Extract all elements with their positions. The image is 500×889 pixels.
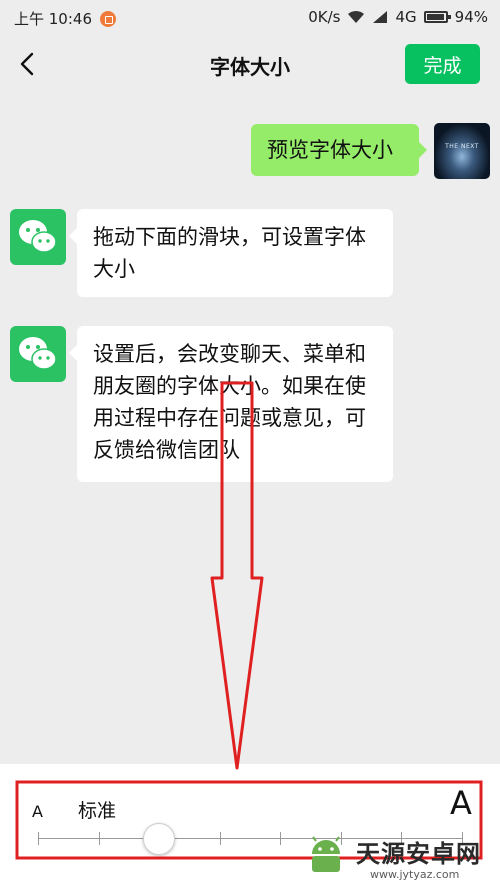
clock: 上午 10:46: [14, 10, 92, 28]
large-font-label: A: [450, 784, 472, 822]
message-line: 设置后，会改变聊天、菜单和: [93, 342, 366, 366]
android-logo-icon: [312, 836, 340, 872]
watermark: 天源安卓网 www.jytyaz.com: [300, 830, 500, 889]
status-right: 0K/s 4G 94%: [308, 8, 488, 26]
battery-icon: [423, 11, 451, 23]
small-font-label: A: [32, 802, 43, 821]
wechat-avatar[interactable]: [10, 209, 66, 265]
message-line: 大小: [93, 257, 135, 281]
watermark-url: www.jytyaz.com: [370, 868, 460, 881]
battery-level: 94%: [454, 8, 488, 26]
message-text: 预览字体大小: [267, 138, 393, 162]
bubble-tail: [69, 345, 77, 361]
slider-tick[interactable]: [38, 832, 39, 845]
network-speed: 0K/s: [308, 8, 341, 26]
network-type: 4G: [395, 8, 417, 26]
status-bar: 上午 10:46 0K/s 4G 94%: [0, 0, 500, 34]
title-bar: 字体大小 完成: [0, 34, 500, 94]
done-button[interactable]: 完成: [405, 44, 480, 84]
watermark-brand: 天源安卓网: [356, 840, 481, 868]
message-bubble: 拖动下面的滑块，可设置字体 大小: [77, 209, 393, 297]
user-avatar[interactable]: THE NEXT: [434, 123, 490, 179]
chat-preview: 预览字体大小 THE NEXT 拖动下面的滑块，可设置字体 大小 设置后，会改变…: [0, 94, 500, 764]
message-line: 朋友圈的字体大小。如果在使: [93, 374, 366, 398]
wechat-logo-icon: [19, 220, 57, 253]
status-left: 上午 10:46: [14, 8, 116, 29]
message-line: 用过程中存在问题或意见，可: [93, 406, 366, 430]
slider-tick[interactable]: [220, 832, 221, 845]
bubble-tail: [419, 142, 427, 158]
avatar-text: THE NEXT: [445, 143, 479, 150]
font-level-label: 标准: [78, 800, 117, 822]
slider-tick[interactable]: [99, 832, 100, 845]
message-line: 拖动下面的滑块，可设置字体: [93, 225, 366, 249]
wifi-icon: [348, 10, 365, 23]
wechat-avatar[interactable]: [10, 326, 66, 382]
slider-tick[interactable]: [280, 832, 281, 845]
message-line: 反馈给微信团队: [93, 438, 240, 462]
notification-icon: [100, 10, 116, 27]
wechat-logo-icon: [19, 337, 57, 370]
signal-icon: [373, 11, 388, 23]
slider-thumb[interactable]: [143, 823, 175, 855]
message-bubble-me: 预览字体大小: [251, 124, 419, 176]
message-bubble: 设置后，会改变聊天、菜单和 朋友圈的字体大小。如果在使 用过程中存在问题或意见，…: [77, 326, 393, 482]
bubble-tail: [69, 228, 77, 244]
